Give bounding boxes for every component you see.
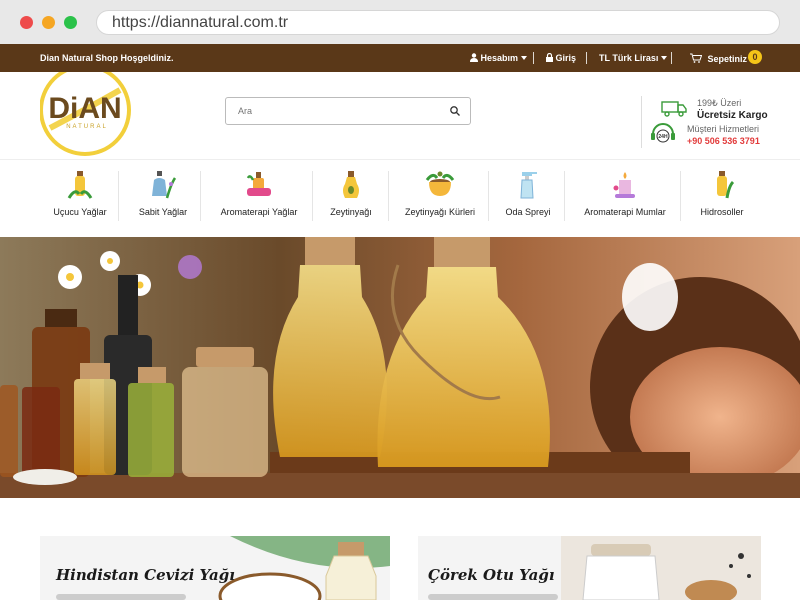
welcome-text: Dian Natural Shop Hoşgeldiniz. (40, 53, 174, 63)
divider (388, 171, 389, 221)
close-window-button[interactable] (20, 16, 33, 29)
product-subtitle-placeholder (428, 594, 558, 600)
logo-text: DiAN (48, 92, 121, 125)
login-label: Giriş (555, 53, 577, 63)
divider (533, 52, 534, 64)
user-icon (470, 53, 478, 62)
category-label: Zeytinyağı Kürleri (404, 207, 476, 217)
product-image (218, 536, 390, 600)
hero-image (0, 237, 800, 498)
lock-icon (546, 52, 553, 62)
spray-icon (520, 172, 537, 199)
category-label: Sabit Yağlar (138, 207, 188, 217)
product-section: Hindistan Cevizi Yağı Çörek Otu Yağı (0, 498, 800, 600)
phone-number[interactable]: +90 506 536 3791 (687, 136, 760, 146)
category-zeytinyagi-kurleri[interactable]: Zeytinyağı Kürleri (394, 161, 486, 237)
search-input[interactable] (238, 98, 438, 124)
free-shipping-label: Ücretsiz Kargo (697, 110, 768, 121)
divider (671, 52, 672, 64)
category-label: Hidrosoller (700, 207, 744, 217)
support-24h-icon: 24H (651, 123, 675, 143)
product-card[interactable]: Hindistan Cevizi Yağı (40, 536, 390, 600)
product-title: Çörek Otu Yağı (428, 566, 555, 584)
divider (312, 171, 313, 221)
svg-text:24H: 24H (658, 134, 668, 140)
olive-bowl-icon (425, 171, 455, 196)
minimize-window-button[interactable] (42, 16, 55, 29)
olive-oil-icon (343, 171, 359, 198)
product-subtitle-placeholder (56, 594, 186, 600)
category-nav: Uçucu Yağlar Sabit Yağlar Aromaterapi Ya… (0, 161, 800, 237)
product-card[interactable]: Çörek Otu Yağı (418, 536, 761, 600)
customer-service-label: Müşteri Hizmetleri (687, 124, 760, 134)
category-label: Aromaterapi Mumlar (584, 207, 666, 217)
product-title: Hindistan Cevizi Yağı (56, 566, 235, 584)
account-menu[interactable]: Hesabım (470, 53, 527, 63)
account-label: Hesabım (480, 53, 519, 63)
category-aromaterapi-yaglar[interactable]: Aromaterapi Yağlar (208, 161, 310, 237)
divider (680, 171, 681, 221)
category-label: Aromaterapi Yağlar (220, 207, 298, 217)
oil-bottle-icon (67, 171, 93, 199)
category-aromaterapi-mumlar[interactable]: Aromaterapi Mumlar (572, 161, 678, 237)
logo-subtext: NATURAL (66, 124, 108, 130)
cart-count-badge: 0 (748, 50, 762, 64)
chevron-down-icon (660, 56, 667, 60)
dian-natural-logo[interactable]: DiAN NATURAL (40, 72, 132, 158)
cart-link[interactable]: Sepetiniz (690, 53, 747, 64)
divider (641, 96, 642, 148)
category-hidrosoller[interactable]: Hidrosoller (690, 161, 754, 237)
search-box (225, 97, 471, 125)
category-oda-spreyi[interactable]: Oda Spreyi (494, 161, 562, 237)
currency-select[interactable]: TL Türk Lirası (599, 53, 667, 63)
cart-label: Sepetiniz (707, 54, 748, 64)
address-bar[interactable]: https://diannatural.com.tr (96, 10, 780, 35)
divider (564, 171, 565, 221)
aroma-set-icon (246, 172, 271, 196)
cart-icon (690, 53, 703, 63)
category-label: Uçucu Yağlar (53, 207, 107, 217)
category-sabit-yaglar[interactable]: Sabit Yağlar (126, 161, 200, 237)
hero-banner[interactable] (0, 237, 800, 498)
category-ucucu-yaglar[interactable]: Uçucu Yağlar (42, 161, 118, 237)
divider (488, 171, 489, 221)
herb-bottle-icon (152, 171, 177, 199)
browser-chrome: https://diannatural.com.tr (0, 0, 800, 44)
divider (118, 171, 119, 221)
candle-icon (613, 172, 635, 198)
divider (200, 171, 201, 221)
delivery-truck-icon (661, 101, 687, 117)
chevron-down-icon (520, 56, 527, 60)
top-bar: Dian Natural Shop Hoşgeldiniz. Hesabım G… (0, 44, 800, 72)
shipping-threshold: 199₺ Üzeri (697, 98, 742, 108)
site-header: DiAN NATURAL 199₺ Üzeri Ücretsiz Kargo 2… (0, 72, 800, 160)
hydrosol-bottle-icon (717, 171, 735, 199)
maximize-window-button[interactable] (64, 16, 77, 29)
search-icon[interactable] (450, 106, 460, 116)
category-zeytinyagi[interactable]: Zeytinyağı (318, 161, 384, 237)
currency-label: TL Türk Lirası (599, 53, 659, 63)
category-label: Oda Spreyi (505, 207, 551, 217)
product-image (561, 536, 761, 600)
login-link[interactable]: Giriş (546, 52, 577, 63)
divider (586, 52, 587, 64)
category-label: Zeytinyağı (330, 207, 372, 217)
